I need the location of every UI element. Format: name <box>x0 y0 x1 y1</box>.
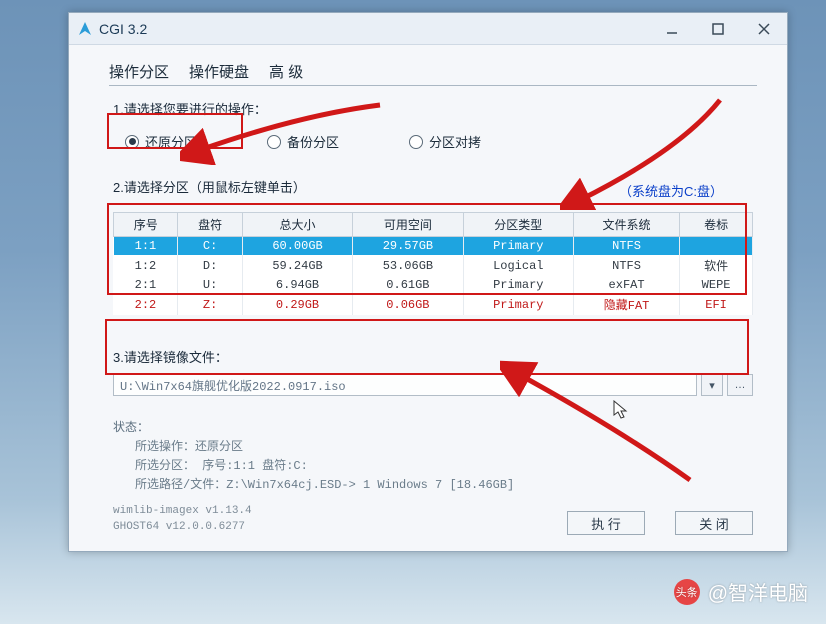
col-free: 可用空间 <box>353 213 463 237</box>
col-vol: 卷标 <box>680 213 753 237</box>
menu-disk[interactable]: 操作硬盘 <box>189 61 249 82</box>
col-total: 总大小 <box>242 213 352 237</box>
status-block: 状态： 所选操作：还原分区 所选分区： 序号:1:1 盘符:C: 所选路径/文件… <box>113 418 753 492</box>
ghost-version: GHOST64 v12.0.0.6277 <box>113 520 252 535</box>
radio-backup-label: 备份分区 <box>287 132 339 151</box>
radio-restore-label: 还原分区 <box>145 132 197 151</box>
menubar: 操作分区 操作硬盘 高 级 <box>109 61 303 82</box>
col-drv: 盘符 <box>178 213 242 237</box>
col-fs: 文件系统 <box>573 213 679 237</box>
table-row[interactable]: 1:1 C: 60.00GB 29.57GB Primary NTFS <box>114 237 753 256</box>
system-disk-hint: （系统盘为C:盘） <box>619 181 723 200</box>
table-row[interactable]: 1:2 D: 59.24GB 53.06GB Logical NTFS 软件 <box>114 255 753 276</box>
menu-advanced[interactable]: 高 级 <box>269 61 303 82</box>
step1-label: 1.请选择您要进行的操作： <box>113 99 753 118</box>
minimize-button[interactable] <box>649 13 695 45</box>
partition-table[interactable]: 序号 盘符 总大小 可用空间 分区类型 文件系统 卷标 1:1 C: 60.00… <box>113 212 753 315</box>
table-row[interactable]: 2:1 U: 6.94GB 0.61GB Primary exFAT WEPE <box>114 276 753 294</box>
radio-icon <box>409 135 423 149</box>
step2-label: 2.请选择分区（用鼠标左键单击） <box>113 177 306 196</box>
radio-icon <box>267 135 281 149</box>
status-partition: 所选分区： 序号:1:1 盘符:C: <box>113 456 753 473</box>
chevron-down-icon: ▾ <box>709 379 715 392</box>
radio-copy[interactable]: 分区对拷 <box>409 132 481 151</box>
close-button[interactable] <box>741 13 787 45</box>
status-operation: 所选操作：还原分区 <box>113 437 753 454</box>
divider <box>109 85 757 86</box>
window-title: CGI 3.2 <box>99 21 147 37</box>
watermark-text: @智洋电脑 <box>708 577 808 606</box>
col-ptype: 分区类型 <box>463 213 573 237</box>
status-header: 状态： <box>113 418 753 435</box>
cursor-icon <box>613 400 629 423</box>
version-block: wimlib-imagex v1.13.4 GHOST64 v12.0.0.62… <box>113 504 252 535</box>
titlebar: CGI 3.2 <box>69 13 787 45</box>
watermark: 头条 @智洋电脑 <box>674 577 808 606</box>
menu-partition[interactable]: 操作分区 <box>109 61 169 82</box>
toutiao-logo-icon: 头条 <box>674 579 700 605</box>
radio-copy-label: 分区对拷 <box>429 132 481 151</box>
col-idx: 序号 <box>114 213 178 237</box>
radio-icon <box>125 135 139 149</box>
status-file: 所选路径/文件：Z:\Win7x64cj.ESD-> 1 Windows 7 [… <box>113 475 753 492</box>
step3-label: 3.请选择镜像文件： <box>113 347 753 366</box>
ellipsis-icon: … <box>735 379 746 391</box>
image-path-input[interactable] <box>113 374 697 396</box>
radio-restore[interactable]: 还原分区 <box>125 132 197 151</box>
browse-button[interactable]: … <box>727 374 753 396</box>
maximize-button[interactable] <box>695 13 741 45</box>
app-window: CGI 3.2 操作分区 操作硬盘 高 级 1.请选择您要进行的操作： 还原分区… <box>68 12 788 552</box>
app-icon <box>77 21 93 37</box>
wimlib-version: wimlib-imagex v1.13.4 <box>113 504 252 519</box>
close-window-button[interactable]: 关 闭 <box>675 511 753 535</box>
radio-backup[interactable]: 备份分区 <box>267 132 339 151</box>
table-row[interactable]: 2:2 Z: 0.29GB 0.06GB Primary 隐藏FAT EFI <box>114 294 753 315</box>
dropdown-button[interactable]: ▾ <box>701 374 723 396</box>
execute-button[interactable]: 执 行 <box>567 511 645 535</box>
